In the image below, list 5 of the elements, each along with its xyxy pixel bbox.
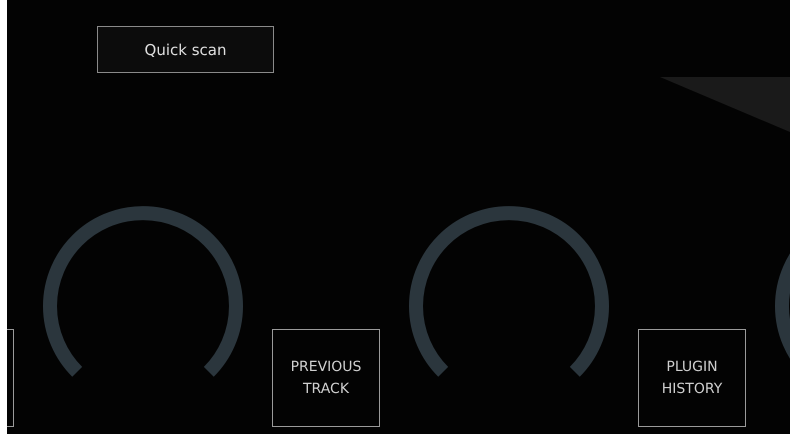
knob[interactable] <box>43 206 243 376</box>
pad-button[interactable]: PLUGIN HISTORY <box>638 329 746 427</box>
knob[interactable] <box>409 206 609 376</box>
pad-button[interactable]: PREVIOUS TRACK <box>272 329 380 427</box>
quick-scan-button[interactable]: Quick scan <box>97 26 274 73</box>
